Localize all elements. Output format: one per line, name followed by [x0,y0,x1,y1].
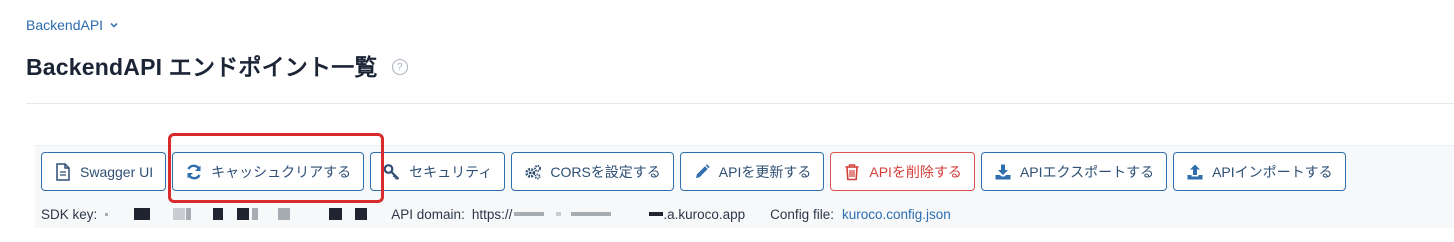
api-domain-label: API domain: [391,206,465,222]
breadcrumb[interactable]: BackendAPI [26,17,119,33]
download-icon [994,163,1012,181]
api-toolbar: Swagger UI キャッシュクリアする セキュリティ CORSを設定する A… [41,152,1346,191]
chevron-down-icon [109,20,119,30]
api-domain-suffix: .a.kuroco.app [663,206,746,222]
export-api-button[interactable]: APIエクスポートする [980,152,1168,191]
header-divider [26,103,1454,104]
document-icon [54,162,72,181]
delete-api-button-label: APIを削除する [869,163,962,180]
sdk-key-value [105,208,368,220]
key-icon [383,163,401,181]
api-info-row: SDK key: API domain: https:// .a.kuroco.… [41,205,951,223]
swagger-ui-button[interactable]: Swagger UI [41,152,167,191]
delete-api-button[interactable]: APIを削除する [830,152,975,191]
swagger-ui-button-label: Swagger UI [80,163,154,180]
security-button[interactable]: セキュリティ [370,152,506,191]
breadcrumb-label: BackendAPI [26,17,104,33]
security-button-label: セキュリティ [409,163,493,180]
refresh-icon [185,163,203,181]
page-header: BackendAPI エンドポイント一覧 ? [26,48,408,82]
question-circle-icon[interactable]: ? [391,59,408,75]
update-api-button-label: APIを更新する [718,163,812,180]
config-file-label: Config file: [770,206,834,222]
export-api-button-label: APIエクスポートする [1019,163,1155,180]
api-domain-value: https:// .a.kuroco.app [472,207,745,222]
pencil-icon [693,163,711,181]
import-api-button-label: APIインポートする [1212,163,1333,180]
trash-icon [843,163,861,181]
gears-icon [524,163,542,181]
clear-cache-button-label: キャッシュクリアする [211,163,352,180]
clear-cache-button[interactable]: キャッシュクリアする [172,152,365,191]
sdk-key-label: SDK key: [41,206,98,222]
upload-icon [1186,163,1204,181]
cors-settings-button[interactable]: CORSを設定する [511,152,674,191]
config-file-link[interactable]: kuroco.config.json [842,207,951,222]
import-api-button[interactable]: APIインポートする [1173,152,1346,191]
page-title: BackendAPI エンドポイント一覧 [26,54,378,80]
update-api-button[interactable]: APIを更新する [679,152,825,191]
cors-settings-button-label: CORSを設定する [550,163,661,180]
api-domain-prefix: https:// [471,206,513,222]
